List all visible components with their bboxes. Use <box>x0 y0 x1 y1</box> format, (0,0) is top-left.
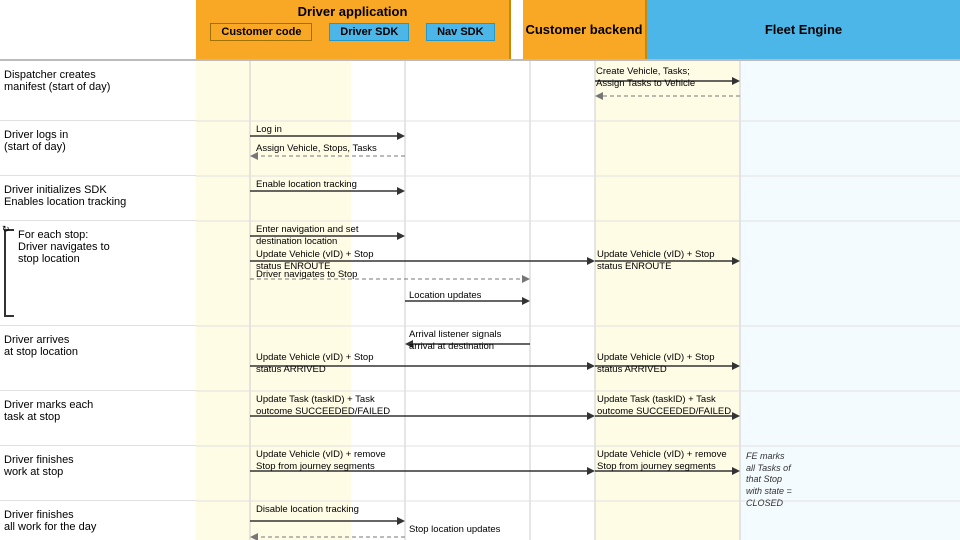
arrow-location-updates-head <box>522 297 530 305</box>
customer-backend-header: Customer backend <box>523 0 647 59</box>
label-driver-logs-in: Driver logs in(start of day) <box>0 121 196 176</box>
arrow-log-in-head <box>397 132 405 140</box>
driver-app-title: Driver application <box>298 4 408 19</box>
arrow-driver-nav-stop-head <box>522 275 530 283</box>
label-driver-finishes-day: Driver finishesall work for the day <box>0 501 196 540</box>
customer-code-label: Customer code <box>210 23 312 41</box>
note-fe-marks: FE marksall Tasks ofthat Stopwith state … <box>746 451 792 509</box>
msg-log-in: Log in <box>256 124 282 135</box>
msg-assign-vehicle: Assign Vehicle, Stops, Tasks <box>256 143 377 154</box>
customer-backend-label: Customer backend <box>525 22 642 37</box>
arrow-enable-tracking-head <box>397 187 405 195</box>
msg-update-remove: Update Vehicle (vID) + removeStop from j… <box>256 449 386 474</box>
msg-location-updates: Location updates <box>409 290 481 301</box>
diagram-container: { "header": { "driver_app_label": "Drive… <box>0 0 960 540</box>
arrow-update-task-head <box>587 412 595 420</box>
arrow-update-arrived-fe-head <box>732 362 740 370</box>
msg-update-remove-fe: Update Vehicle (vID) + removeStop from j… <box>597 449 727 474</box>
msg-disable-tracking: Disable location tracking <box>256 504 359 515</box>
msg-stop-location-updates: Stop location updates <box>409 524 500 535</box>
arrow-update-task-fe-head <box>732 412 740 420</box>
arrow-update-arrived-head <box>587 362 595 370</box>
arrow-disable-tracking-head <box>397 517 405 525</box>
label-dispatcher: Dispatcher createsmanifest (start of day… <box>0 61 196 121</box>
gap1 <box>511 0 523 59</box>
fleet-engine-header: Fleet Engine <box>647 0 960 59</box>
arrow-return-tasks-head <box>595 92 603 100</box>
msg-update-task-fe: Update Task (taskID) + Taskoutcome SUCCE… <box>597 394 731 419</box>
label-driver-marks: Driver marks eachtask at stop <box>0 391 196 446</box>
msg-arrival-listener: Arrival listener signalsarrival at desti… <box>409 329 501 354</box>
label-driver-init: Driver initializes SDKEnables location t… <box>0 176 196 221</box>
arrow-update-enroute-head <box>587 257 595 265</box>
header-driver-app: Driver application Customer code Driver … <box>196 0 511 59</box>
msg-update-task: Update Task (taskID) + Taskoutcome SUCCE… <box>256 394 390 419</box>
label-driver-finishes-stop: Driver finisheswork at stop <box>0 446 196 501</box>
fleet-engine-label: Fleet Engine <box>765 22 842 37</box>
left-labels: Dispatcher createsmanifest (start of day… <box>0 61 196 540</box>
nav-sdk-label: Nav SDK <box>426 23 494 41</box>
header-left-spacer <box>0 0 196 59</box>
msg-enter-nav: Enter navigation and setdestination loca… <box>256 224 358 249</box>
arrow-update-remove-stop-head <box>587 467 595 475</box>
arrow-enter-nav-head <box>397 232 405 240</box>
loop-label: ↻ <box>2 224 10 235</box>
msg-driver-nav-stop: Driver navigates to Stop <box>256 269 357 280</box>
arrow-update-enroute-fe-head <box>732 257 740 265</box>
driver-sdk-label: Driver SDK <box>329 23 409 41</box>
msg-update-arrived: Update Vehicle (vID) + Stopstatus ARRIVE… <box>256 352 374 377</box>
msg-update-enroute-fe: Update Vehicle (vID) + Stopstatus ENROUT… <box>597 249 715 274</box>
sequence-area: Create Vehicle, Tasks;Assign Tasks to Ve… <box>196 61 960 540</box>
msg-update-arrived-fe: Update Vehicle (vID) + Stopstatus ARRIVE… <box>597 352 715 377</box>
msg-enable-tracking: Enable location tracking <box>256 179 357 190</box>
arrow-create-vehicle-head <box>732 77 740 85</box>
msg-create-vehicle: Create Vehicle, Tasks;Assign Tasks to Ve… <box>596 66 695 91</box>
label-driver-arrives: Driver arrivesat stop location <box>0 326 196 391</box>
arrow-stop-location-updates-head <box>250 533 258 540</box>
label-driver-navigates: ↻ For each stop:Driver navigates tostop … <box>0 221 196 326</box>
arrow-update-remove-stop-fe-head <box>732 467 740 475</box>
loop-bracket <box>4 229 14 317</box>
main-area: Dispatcher createsmanifest (start of day… <box>0 61 960 540</box>
